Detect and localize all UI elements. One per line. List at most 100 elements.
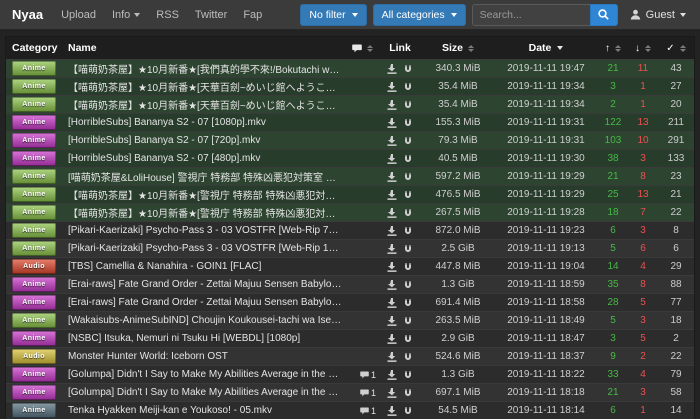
magnet-icon[interactable] — [403, 190, 413, 200]
magnet-icon[interactable] — [403, 208, 413, 218]
category-icon[interactable]: Anime — [12, 187, 56, 202]
category-icon[interactable]: Anime — [12, 79, 56, 94]
category-icon[interactable]: Anime — [12, 223, 56, 238]
download-icon[interactable] — [387, 262, 397, 272]
category-icon[interactable]: Audio — [12, 349, 56, 364]
download-icon[interactable] — [387, 136, 397, 146]
download-icon[interactable] — [387, 352, 397, 362]
torrent-name-link[interactable]: [Erai-raws] Fate Grand Order - Zettai Ma… — [68, 279, 344, 290]
category-icon[interactable]: Anime — [12, 97, 56, 112]
torrent-name-link[interactable]: [Pikari-Kaerizaki] Psycho-Pass 3 - 03 VO… — [68, 225, 344, 236]
download-icon[interactable] — [387, 82, 397, 92]
download-icon[interactable] — [387, 244, 397, 254]
magnet-icon[interactable] — [403, 118, 413, 128]
comments-badge[interactable]: 1 — [360, 388, 376, 398]
download-icon[interactable] — [387, 316, 397, 326]
download-icon[interactable] — [387, 64, 397, 74]
brand-link[interactable]: Nyaa — [12, 7, 43, 22]
download-icon[interactable] — [387, 208, 397, 218]
magnet-icon[interactable] — [403, 226, 413, 236]
torrent-name-link[interactable]: [Pikari-Kaerizaki] Psycho-Pass 3 - 03 VO… — [68, 243, 344, 254]
category-icon[interactable]: Anime — [12, 61, 56, 76]
header-category[interactable]: Category — [6, 42, 68, 54]
category-icon[interactable]: Anime — [12, 403, 56, 418]
magnet-icon[interactable] — [403, 100, 413, 110]
header-link[interactable]: Link — [378, 42, 422, 54]
header-seeders[interactable]: ↑ — [598, 43, 628, 54]
header-size[interactable]: Size — [422, 42, 494, 54]
torrent-name-link[interactable]: [HorribleSubs] Bananya S2 - 07 [1080p].m… — [68, 117, 344, 128]
download-icon[interactable] — [387, 406, 397, 416]
magnet-icon[interactable] — [403, 172, 413, 182]
torrent-name-link[interactable]: [喵萌奶茶屋&LoliHouse] 警視庁 特務部 特殊凶悪犯対策室 第七課 /… — [68, 169, 344, 184]
download-icon[interactable] — [387, 280, 397, 290]
download-icon[interactable] — [387, 226, 397, 236]
torrent-name-link[interactable]: [NSBC] Itsuka, Nemuri ni Tsuku Hi [WEBDL… — [68, 333, 344, 344]
torrent-name-link[interactable]: Monster Hunter World: Iceborn OST — [68, 351, 344, 362]
category-icon[interactable]: Anime — [12, 313, 56, 328]
nav-item-rss[interactable]: RSS — [148, 9, 187, 21]
torrent-name-link[interactable]: [Erai-raws] Fate Grand Order - Zettai Ma… — [68, 297, 344, 308]
category-icon[interactable]: Anime — [12, 133, 56, 148]
nav-item-info[interactable]: Info — [104, 9, 148, 21]
category-icon[interactable]: Anime — [12, 331, 56, 346]
magnet-icon[interactable] — [403, 370, 413, 380]
magnet-icon[interactable] — [403, 244, 413, 254]
magnet-icon[interactable] — [403, 334, 413, 344]
category-dropdown[interactable]: All categories — [373, 4, 466, 26]
category-icon[interactable]: Anime — [12, 241, 56, 256]
category-icon[interactable]: Audio — [12, 259, 56, 274]
torrent-name-link[interactable]: 【喵萌奶茶屋】★10月新番★[警視庁 特務部 特殊凶悪犯対策室 第七課/Toku… — [68, 187, 344, 202]
torrent-name-link[interactable]: [HorribleSubs] Bananya S2 - 07 [720p].mk… — [68, 135, 344, 146]
nav-item-twitter[interactable]: Twitter — [187, 9, 235, 21]
category-icon[interactable]: Anime — [12, 205, 56, 220]
search-input[interactable] — [472, 4, 590, 26]
category-icon[interactable]: Anime — [12, 151, 56, 166]
search-button[interactable] — [590, 4, 618, 26]
header-comments[interactable] — [348, 44, 378, 53]
magnet-icon[interactable] — [403, 316, 413, 326]
filter-dropdown[interactable]: No filter — [300, 4, 366, 26]
download-icon[interactable] — [387, 298, 397, 308]
header-name[interactable]: Name — [68, 42, 348, 54]
user-menu[interactable]: Guest — [624, 9, 692, 21]
comments-badge[interactable]: 1 — [360, 370, 376, 380]
torrent-name-link[interactable]: [Wakaisubs-AnimeSubIND] Choujin Koukouse… — [68, 315, 344, 326]
category-icon[interactable]: Anime — [12, 277, 56, 292]
magnet-icon[interactable] — [403, 64, 413, 74]
magnet-icon[interactable] — [403, 406, 413, 416]
download-icon[interactable] — [387, 172, 397, 182]
header-date[interactable]: Date — [494, 42, 598, 54]
torrent-name-link[interactable]: 【喵萌奶茶屋】★10月新番★[天華百劍~めいじ館へようこそ~/Tenka Hya… — [68, 79, 344, 94]
magnet-icon[interactable] — [403, 298, 413, 308]
header-completed[interactable]: ✓ — [658, 43, 694, 54]
nav-item-upload[interactable]: Upload — [53, 9, 104, 21]
magnet-icon[interactable] — [403, 154, 413, 164]
torrent-name-link[interactable]: [TBS] Camellia & Nanahira - GOIN1 [FLAC] — [68, 261, 344, 272]
category-icon[interactable]: Anime — [12, 367, 56, 382]
magnet-icon[interactable] — [403, 136, 413, 146]
header-leechers[interactable]: ↓ — [628, 43, 658, 54]
category-icon[interactable]: Anime — [12, 115, 56, 130]
magnet-icon[interactable] — [403, 352, 413, 362]
download-icon[interactable] — [387, 370, 397, 380]
magnet-icon[interactable] — [403, 82, 413, 92]
torrent-name-link[interactable]: 【喵萌奶茶屋】★10月新番★[我們真的學不來!/Bokutachi wa Ben… — [68, 61, 344, 76]
download-icon[interactable] — [387, 118, 397, 128]
download-icon[interactable] — [387, 100, 397, 110]
download-icon[interactable] — [387, 154, 397, 164]
torrent-name-link[interactable]: [HorribleSubs] Bananya S2 - 07 [480p].mk… — [68, 153, 344, 164]
torrent-name-link[interactable]: 【喵萌奶茶屋】★10月新番★[警視庁 特務部 特殊凶悪犯対策室 第七課/Toku… — [68, 205, 344, 220]
comments-badge[interactable]: 1 — [360, 406, 376, 416]
torrent-name-link[interactable]: 【喵萌奶茶屋】★10月新番★[天華百劍~めいじ館へようこそ~/Tenka Hya… — [68, 97, 344, 112]
torrent-name-link[interactable]: [Golumpa] Didn't I Say to Make My Abilit… — [68, 369, 344, 380]
category-icon[interactable]: Anime — [12, 295, 56, 310]
download-icon[interactable] — [387, 190, 397, 200]
magnet-icon[interactable] — [403, 280, 413, 290]
download-icon[interactable] — [387, 334, 397, 344]
torrent-name-link[interactable]: Tenka Hyakken Meiji-kan e Youkoso! - 05.… — [68, 405, 344, 416]
torrent-name-link[interactable]: [Golumpa] Didn't I Say to Make My Abilit… — [68, 387, 344, 398]
category-icon[interactable]: Anime — [12, 169, 56, 184]
magnet-icon[interactable] — [403, 262, 413, 272]
magnet-icon[interactable] — [403, 388, 413, 398]
